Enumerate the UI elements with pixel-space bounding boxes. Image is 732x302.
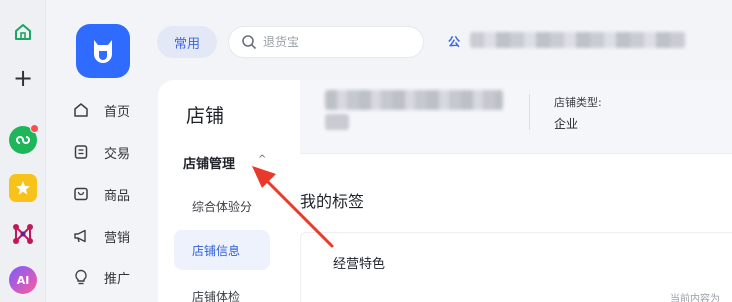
home-icon[interactable] (9, 18, 37, 46)
app-dock: + AI (0, 0, 46, 302)
nav-item-home[interactable]: 首页 (72, 98, 162, 122)
subnav-item-shop-checkup[interactable]: 店铺体检 (192, 288, 240, 302)
order-icon (74, 145, 88, 159)
redacted-shop-name (470, 32, 686, 48)
common-tab[interactable]: 常用 (157, 26, 217, 58)
nav-item-trade[interactable]: 交易 (72, 140, 162, 164)
feature-label: 经营特色 (333, 257, 386, 272)
search-input[interactable] (263, 35, 413, 49)
subnav-item-experience-score[interactable]: 综合体验分 (192, 198, 252, 215)
star-icon[interactable] (9, 174, 37, 202)
plus-icon[interactable]: + (9, 64, 37, 92)
network-icon[interactable] (9, 220, 37, 248)
nav-label: 营销 (104, 230, 131, 246)
content-hint: 当前内容为 (670, 294, 720, 302)
shop-name: 公 (448, 35, 461, 49)
logo-icon (94, 40, 112, 63)
nav-item-promotion[interactable]: 推广 (72, 265, 162, 289)
shop-type-value: 企业 (554, 117, 579, 131)
redacted-shop-info-2 (325, 114, 349, 130)
shop-type-label: 店铺类型: (554, 96, 602, 109)
bag-icon (74, 187, 88, 201)
nav-label: 首页 (104, 104, 131, 120)
notification-dot (30, 124, 39, 133)
mini-app-icon[interactable] (9, 124, 39, 154)
chevron-up-icon[interactable]: ^ (258, 154, 266, 165)
nav-item-goods[interactable]: 商品 (72, 182, 162, 206)
nav-label: 商品 (104, 188, 131, 204)
ai-icon[interactable]: AI (9, 266, 37, 294)
nav-label: 交易 (104, 146, 131, 162)
search-icon (242, 35, 257, 50)
search-box[interactable] (228, 26, 424, 58)
section-title: 店铺 (186, 105, 225, 127)
subnav-group-shop-manage[interactable]: 店铺管理 (183, 153, 235, 172)
my-tags-title: 我的标签 (300, 192, 365, 211)
redacted-shop-info (325, 90, 503, 110)
nav-item-marketing[interactable]: 营销 (72, 224, 162, 248)
bulb-icon (75, 269, 87, 285)
app-logo[interactable] (76, 24, 130, 78)
divider (529, 94, 530, 130)
nav-label: 推广 (104, 271, 131, 287)
subnav-item-shop-info[interactable]: 店铺信息 (174, 230, 270, 270)
home-icon (74, 103, 88, 117)
megaphone-icon (74, 229, 86, 243)
